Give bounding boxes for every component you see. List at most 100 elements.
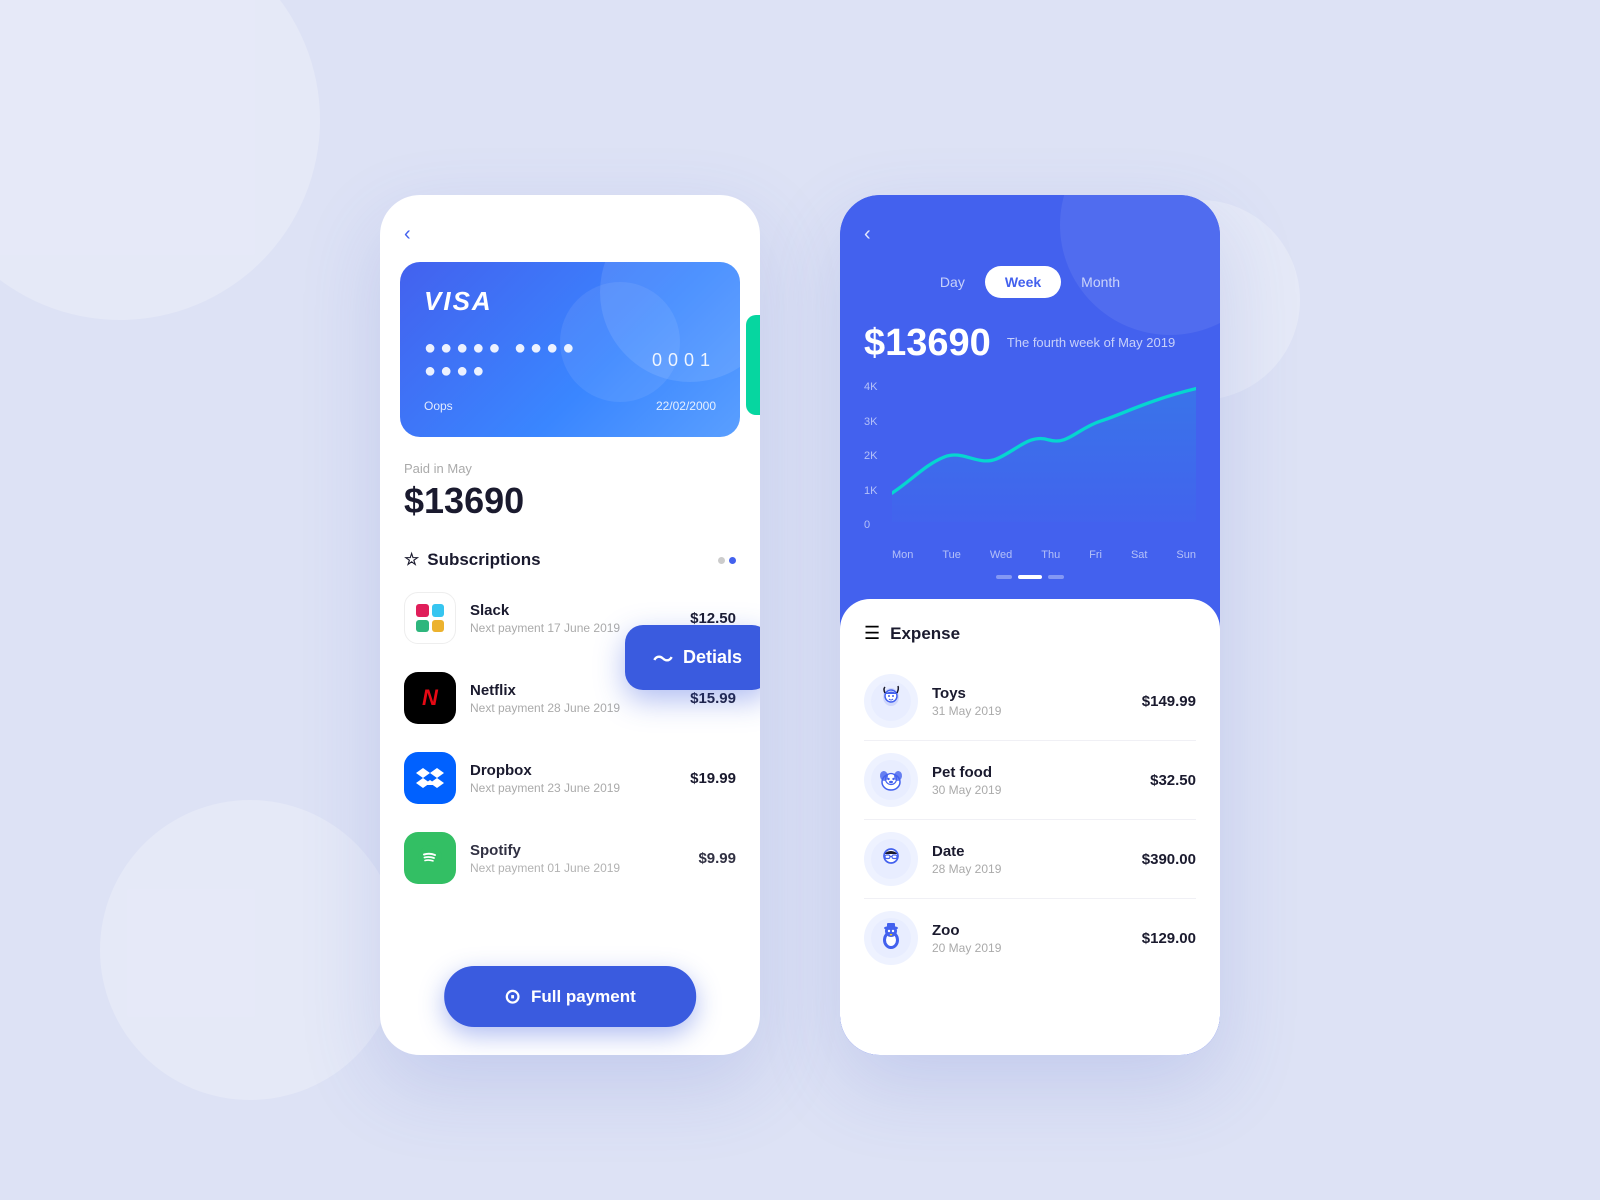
netflix-price: $15.99 bbox=[690, 690, 736, 707]
subscriptions-more[interactable] bbox=[718, 557, 736, 564]
subscriptions-title: ☆ Subscriptions bbox=[404, 550, 541, 570]
card-logo: VISA bbox=[424, 286, 716, 317]
pagination-dots bbox=[864, 561, 1196, 599]
slack-price: $12.50 bbox=[690, 610, 736, 627]
amount-row: $13690 The fourth week of May 2019 bbox=[864, 322, 1196, 365]
line-chart bbox=[892, 381, 1196, 522]
petfood-name: Pet food bbox=[932, 764, 1136, 781]
date-date: 28 May 2019 bbox=[932, 862, 1128, 876]
slack-name: Slack bbox=[470, 602, 676, 619]
subscription-item-dropbox[interactable]: Dropbox Next payment 23 June 2019 $19.99 bbox=[380, 738, 760, 818]
details-label: Detials bbox=[683, 647, 742, 668]
face-id-icon: ⊙ bbox=[504, 984, 521, 1009]
spotify-date: Next payment 01 June 2019 bbox=[470, 861, 684, 875]
chart-area: 4K 3K 2K 1K 0 bbox=[864, 381, 1196, 561]
page-dot-2[interactable] bbox=[1018, 575, 1042, 579]
spotify-name: Spotify bbox=[470, 842, 684, 859]
full-payment-label: Full payment bbox=[531, 987, 636, 1007]
subscriptions-header: ☆ Subscriptions bbox=[380, 534, 760, 578]
spotify-info: Spotify Next payment 01 June 2019 bbox=[470, 842, 684, 875]
sub-dot-1 bbox=[718, 557, 725, 564]
dropbox-name: Dropbox bbox=[470, 762, 676, 779]
tab-week[interactable]: Week bbox=[985, 266, 1061, 298]
slack-logo bbox=[404, 592, 456, 644]
bg-decoration-1 bbox=[0, 0, 320, 320]
petfood-icon bbox=[864, 753, 918, 807]
zoo-info: Zoo 20 May 2019 bbox=[932, 922, 1128, 955]
card-name: Oops bbox=[424, 399, 453, 413]
expense-header: ☰ Expense bbox=[864, 623, 1196, 644]
paid-label: Paid in May bbox=[404, 461, 524, 476]
period-tabs: Day Week Month bbox=[864, 266, 1196, 298]
phone2-amount: $13690 bbox=[864, 322, 991, 365]
toys-date: 31 May 2019 bbox=[932, 704, 1128, 718]
card-footer: Oops 22/02/2000 bbox=[424, 399, 716, 413]
back-button-phone2[interactable]: ‹ bbox=[864, 223, 871, 246]
spotify-price: $9.99 bbox=[698, 850, 736, 867]
phone-1: ‹ VISA ●●●●● ●●●● ●●●● 0001 Oops 22/02/2… bbox=[380, 195, 760, 1055]
star-icon: ☆ bbox=[404, 550, 419, 570]
y-label-3k: 3K bbox=[864, 416, 877, 428]
subscriptions-label: Subscriptions bbox=[427, 550, 540, 570]
details-chart-icon: 〜 bbox=[653, 643, 673, 672]
x-label-fri: Fri bbox=[1089, 549, 1102, 561]
expense-item-petfood[interactable]: Pet food 30 May 2019 $32.50 bbox=[864, 741, 1196, 820]
zoo-date: 20 May 2019 bbox=[932, 941, 1128, 955]
sub-dot-2 bbox=[729, 557, 736, 564]
y-label-2k: 2K bbox=[864, 450, 877, 462]
expense-item-zoo[interactable]: Zoo 20 May 2019 $129.00 bbox=[864, 899, 1196, 977]
zoo-amount: $129.00 bbox=[1142, 930, 1196, 947]
full-payment-button[interactable]: ⊙ Full payment bbox=[444, 966, 696, 1027]
paid-amount: $13690 bbox=[404, 480, 524, 522]
expense-icon-list: ☰ bbox=[864, 623, 880, 644]
date-icon bbox=[864, 832, 918, 886]
page-dot-1[interactable] bbox=[996, 575, 1012, 579]
petfood-amount: $32.50 bbox=[1150, 772, 1196, 789]
x-label-sat: Sat bbox=[1131, 549, 1148, 561]
card-expiry: 22/02/2000 bbox=[656, 399, 716, 413]
toys-info: Toys 31 May 2019 bbox=[932, 685, 1128, 718]
y-label-4k: 4K bbox=[864, 381, 877, 393]
expense-title: Expense bbox=[890, 624, 960, 644]
petfood-date: 30 May 2019 bbox=[932, 783, 1136, 797]
phone2-bottom: ☰ Expense bbox=[840, 599, 1220, 1055]
spotify-logo bbox=[404, 832, 456, 884]
credit-card: VISA ●●●●● ●●●● ●●●● 0001 Oops 22/02/200… bbox=[400, 262, 740, 437]
y-label-1k: 1K bbox=[864, 485, 877, 497]
card-dots-masked: ●●●●● ●●●● ●●●● bbox=[424, 337, 640, 383]
details-button[interactable]: 〜 Detials bbox=[625, 625, 760, 690]
x-label-thu: Thu bbox=[1041, 549, 1060, 561]
tab-day[interactable]: Day bbox=[920, 266, 985, 298]
dropbox-logo bbox=[404, 752, 456, 804]
zoo-icon bbox=[864, 911, 918, 965]
netflix-date: Next payment 28 June 2019 bbox=[470, 701, 676, 715]
card-side-decoration bbox=[746, 315, 760, 415]
x-label-wed: Wed bbox=[990, 549, 1012, 561]
back-button-phone1[interactable]: ‹ bbox=[404, 223, 411, 246]
phone2-header: ‹ bbox=[864, 223, 1196, 246]
expense-item-date[interactable]: Date 28 May 2019 $390.00 bbox=[864, 820, 1196, 899]
page-dot-3[interactable] bbox=[1048, 575, 1064, 579]
paid-section: Paid in May $13690 bbox=[380, 437, 760, 534]
x-label-sun: Sun bbox=[1176, 549, 1196, 561]
dropbox-date: Next payment 23 June 2019 bbox=[470, 781, 676, 795]
chart-x-labels: Mon Tue Wed Thu Fri Sat Sun bbox=[892, 549, 1196, 561]
tab-month[interactable]: Month bbox=[1061, 266, 1140, 298]
expense-item-toys[interactable]: Toys 31 May 2019 $149.99 bbox=[864, 662, 1196, 741]
phone2-top: ‹ Day Week Month $13690 The fourth week … bbox=[840, 195, 1220, 599]
date-name: Date bbox=[932, 843, 1128, 860]
card-dots: ●●●●● ●●●● ●●●● 0001 bbox=[424, 337, 716, 383]
card-last-digits: 0001 bbox=[652, 350, 716, 371]
date-info: Date 28 May 2019 bbox=[932, 843, 1128, 876]
subscription-item-spotify[interactable]: Spotify Next payment 01 June 2019 $9.99 bbox=[380, 818, 760, 898]
x-label-tue: Tue bbox=[942, 549, 961, 561]
phones-container: ‹ VISA ●●●●● ●●●● ●●●● 0001 Oops 22/02/2… bbox=[380, 145, 1220, 1055]
toys-icon bbox=[864, 674, 918, 728]
netflix-logo: N bbox=[404, 672, 456, 724]
toys-amount: $149.99 bbox=[1142, 693, 1196, 710]
dropbox-price: $19.99 bbox=[690, 770, 736, 787]
phone-2: ‹ Day Week Month $13690 The fourth week … bbox=[840, 195, 1220, 1055]
petfood-info: Pet food 30 May 2019 bbox=[932, 764, 1136, 797]
zoo-name: Zoo bbox=[932, 922, 1128, 939]
chart-y-labels: 4K 3K 2K 1K 0 bbox=[864, 381, 877, 531]
